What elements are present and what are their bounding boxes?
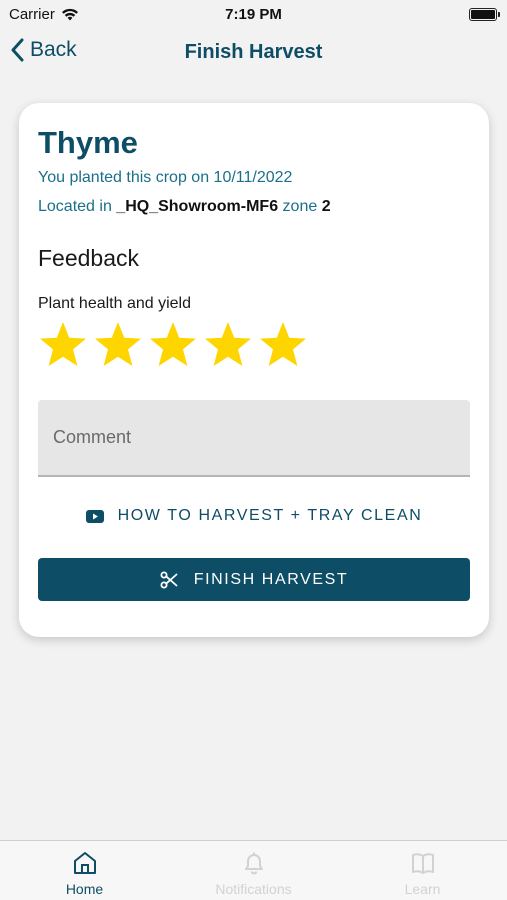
- location-name: _HQ_Showroom-MF6: [116, 198, 279, 215]
- zone-number: 2: [321, 198, 331, 215]
- back-label: Back: [30, 38, 77, 61]
- star-rating: [38, 320, 308, 370]
- star-icon[interactable]: [93, 320, 143, 370]
- scissors-icon: [160, 571, 178, 588]
- bell-icon: [244, 852, 263, 875]
- how-to-harvest-link[interactable]: HOW TO HARVEST + TRAY CLEAN: [19, 507, 489, 525]
- star-icon[interactable]: [258, 320, 308, 370]
- how-to-harvest-label: HOW TO HARVEST + TRAY CLEAN: [117, 507, 423, 524]
- back-button[interactable]: Back: [10, 38, 77, 62]
- tab-notifications-label: Notifications: [215, 881, 292, 897]
- rating-label: Plant health and yield: [38, 295, 191, 312]
- battery-icon: [469, 7, 500, 21]
- book-icon: [411, 853, 434, 874]
- zone-label: zone: [282, 198, 318, 215]
- located-prefix: Located in: [38, 198, 112, 215]
- planted-date-text: You planted this crop on 10/11/2022: [38, 169, 293, 186]
- finish-harvest-label: FINISH HARVEST: [193, 570, 349, 588]
- tab-bar: Home Notifications Learn: [0, 840, 507, 900]
- tab-home[interactable]: Home: [0, 841, 169, 900]
- tab-home-label: Home: [65, 881, 104, 897]
- wifi-icon: [61, 8, 78, 21]
- nav-bar: Back Finish Harvest: [0, 30, 507, 76]
- comment-input[interactable]: [38, 400, 470, 477]
- crop-name: Thyme: [38, 125, 138, 160]
- carrier-label: Carrier: [9, 5, 55, 23]
- tab-notifications[interactable]: Notifications: [169, 841, 338, 900]
- tab-learn[interactable]: Learn: [338, 841, 507, 900]
- status-bar: Carrier 7:19 PM: [0, 0, 507, 28]
- video-play-icon: [85, 509, 104, 523]
- home-icon: [73, 852, 96, 874]
- tab-learn-label: Learn: [404, 881, 441, 897]
- harvest-card: Thyme You planted this crop on 10/11/202…: [19, 103, 489, 637]
- chevron-left-icon: [11, 38, 24, 62]
- star-icon[interactable]: [203, 320, 253, 370]
- star-icon[interactable]: [148, 320, 198, 370]
- finish-harvest-button[interactable]: FINISH HARVEST: [38, 558, 470, 601]
- feedback-heading: Feedback: [38, 245, 140, 271]
- status-left: Carrier: [9, 6, 79, 23]
- location-text: Located in _HQ_Showroom-MF6 zone 2: [38, 198, 331, 216]
- star-icon[interactable]: [38, 320, 88, 370]
